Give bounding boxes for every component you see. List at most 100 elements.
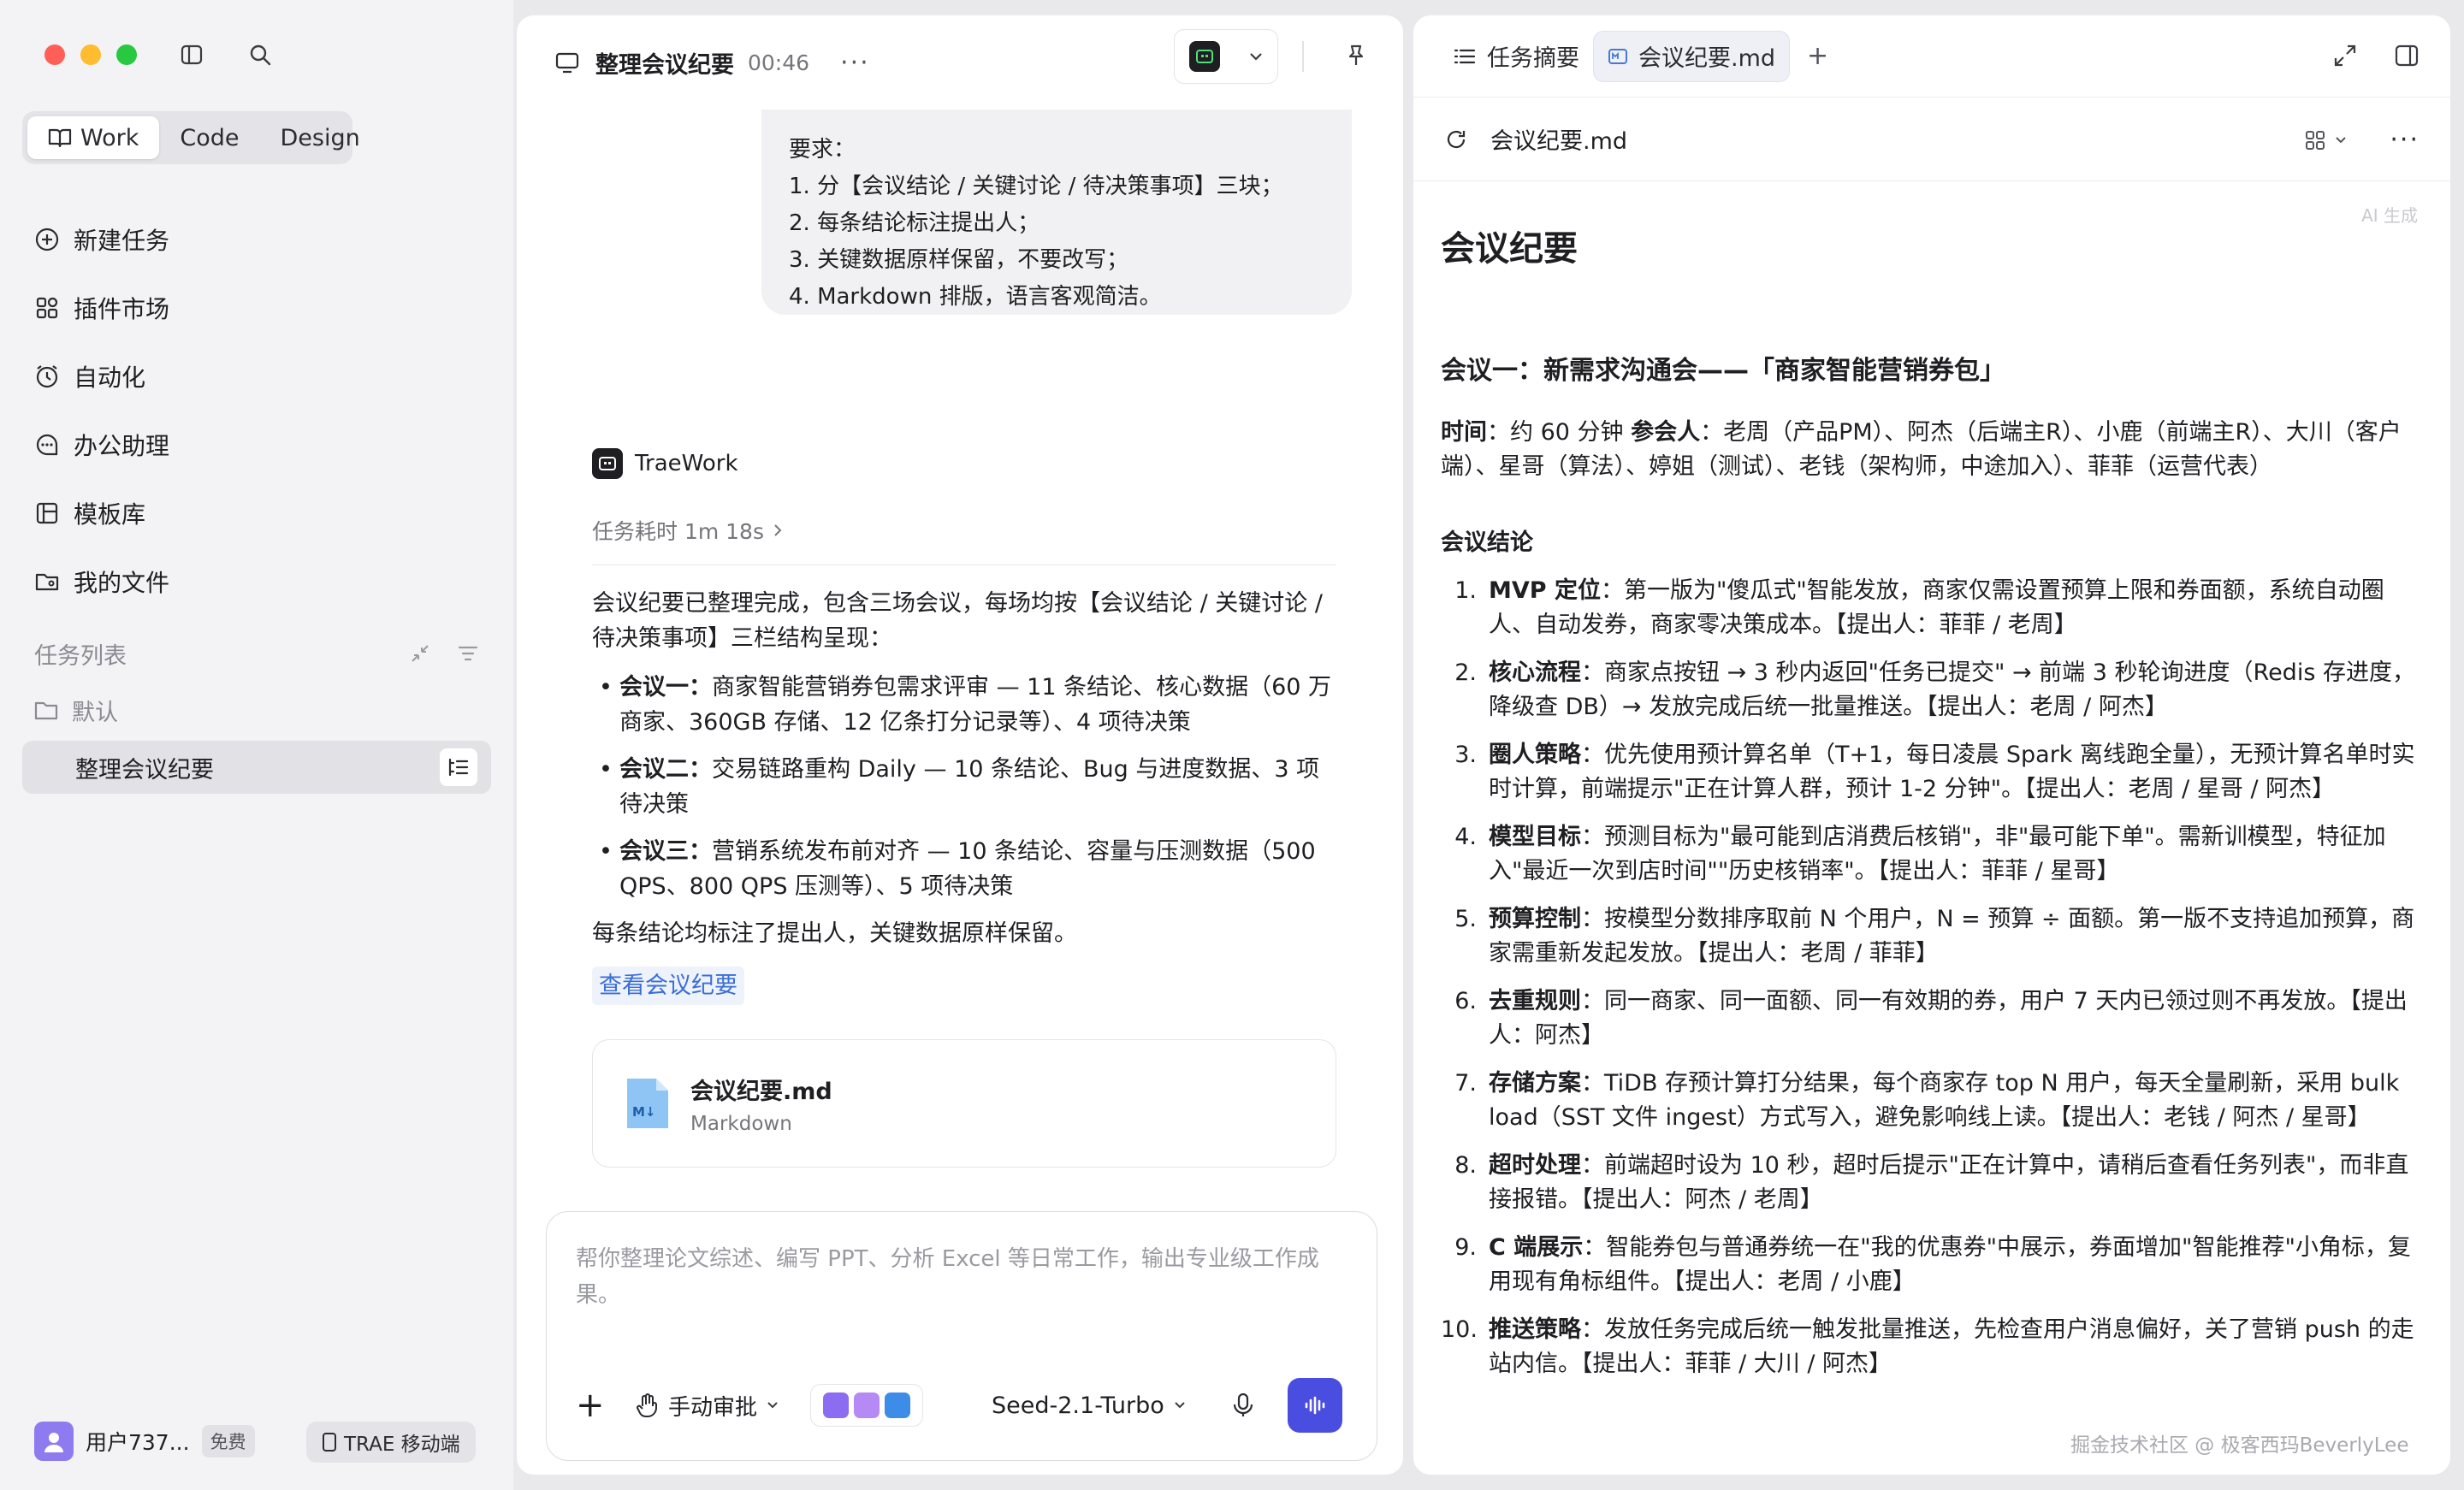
task-item-label: 整理会议纪要 [75,756,214,783]
template-icon [36,502,58,524]
mobile-app-button[interactable]: TRAE 移动端 [306,1422,476,1463]
refresh-icon[interactable] [1444,127,1468,151]
sidebar-toggle-icon[interactable] [180,43,204,67]
alarm-clock-icon [36,365,58,388]
pin-icon[interactable] [1343,43,1369,68]
tab-meeting-minutes[interactable]: 会议纪要.md [1593,30,1791,82]
sidebar-item-label: 我的文件 [74,569,170,597]
video-tool-icon [823,1392,850,1418]
item-label: 超时处理 [1489,1152,1581,1179]
assistant-body: 会议纪要已整理完成，包含三场会议，每场均按【会议结论 / 关键讨论 / 待决策事… [592,586,1336,1005]
mode-work[interactable]: Work [27,116,160,159]
collapse-icon[interactable] [409,642,431,665]
item-label: 模型目标 [1489,824,1581,850]
add-tab-button[interactable]: + [1807,41,1828,71]
item-text: ：前端超时设为 10 秒，超时后提示"正在计算中，请稍后查看任务列表"，而非直接… [1489,1152,2409,1213]
more-options-icon[interactable]: ··· [840,48,870,78]
mode-code[interactable]: Code [159,116,259,159]
voice-send-button[interactable] [1287,1378,1342,1433]
expand-icon[interactable] [2332,43,2358,68]
meta-people-label: 参会人 [1631,419,1701,446]
file-name: 会议纪要.md [690,1078,832,1105]
sidebar-item-automation[interactable]: 自动化 [22,342,501,411]
maximize-window-button[interactable] [116,44,137,65]
mode-code-label: Code [180,124,240,151]
view-mode-selector[interactable] [2304,129,2347,151]
filter-icon[interactable] [457,642,479,665]
composer-input[interactable]: 帮你整理论文综述、编写 PPT、分析 Excel 等日常工作，输出专业级工作成果… [576,1241,1346,1313]
meeting-heading: 会议一：新需求沟通会——「商家智能营销券包」 [1441,356,2005,386]
mode-design[interactable]: Design [260,116,381,159]
sidebar-item-label: 模板库 [74,500,146,529]
user-message-line: 4. Markdown 排版，语言客观简洁。 [789,284,1162,310]
list-item: 1. MVP 定位：第一版为"傻瓜式"智能发放，商家仅需设置预算上限和券面额，系统… [1441,574,2425,642]
message-composer[interactable]: 帮你整理论文综述、编写 PPT、分析 Excel 等日常工作，输出专业级工作成果… [546,1211,1377,1461]
item-number: 3. [1454,742,1477,768]
book-icon [48,128,72,148]
item-text: ：TiDB 存预计算打分结果，每个商家存 top N 用户，每天全量刷新，采用 … [1489,1070,2400,1131]
task-outline-icon[interactable] [440,748,477,786]
bullet-text: 营销系统发布前对齐 — 10 条结论、容量与压测数据（500 QPS、800 Q… [619,838,1316,900]
approval-mode-selector[interactable]: 手动审批 [636,1390,779,1422]
item-label: 圈人策略 [1489,742,1581,768]
monitor-icon [555,52,579,74]
assistant-intro: 会议纪要已整理完成，包含三场会议，每场均按【会议结论 / 关键讨论 / 待决策事… [592,590,1323,652]
chat-timer: 00:46 [748,50,810,75]
task-list-header: 任务列表 [34,633,479,674]
plan-badge: 免费 [201,1425,255,1457]
user-name: 用户737... [86,1430,190,1455]
list-item: 8. 超时处理：前端超时设为 10 秒，超时后提示"正在计算中，请稍后查看任务列表… [1441,1149,2425,1217]
composer-toolbar: + 手动审批 Seed-2.1-Turbo [576,1376,1349,1434]
model-selector[interactable]: Seed-2.1-Turbo [992,1392,1187,1419]
user-profile[interactable]: 用户737... 免费 [34,1420,255,1463]
view-minutes-link[interactable]: 查看会议纪要 [592,967,744,1005]
agent-selector[interactable] [1174,29,1278,84]
markdown-file-icon: M↓ [627,1079,668,1128]
item-label: 预算控制 [1489,906,1581,932]
doc-content: 会议纪要 会议一：新需求沟通会——「商家智能营销券包」 时间：约 60 分钟 参… [1441,209,2425,1395]
sidebar-item-office-assistant[interactable]: 办公助理 [22,411,501,479]
microphone-icon[interactable] [1229,1392,1257,1419]
assistant-logo-icon [592,448,623,479]
layout-icon [2306,130,2325,150]
task-duration[interactable]: 任务耗时 1m 18s [592,515,1336,546]
doc-toolbar: 会议纪要.md ··· [1413,98,2450,181]
mode-design-label: Design [280,124,360,151]
search-icon[interactable] [248,43,272,67]
minimize-window-button[interactable] [80,44,101,65]
bullet-label: 会议一： [619,674,712,701]
doc-file-name: 会议纪要.md [1490,128,1628,155]
meeting-summary-list: 会议一：商家智能营销券包需求评审 — 11 条结论、核心数据（60 万商家、36… [592,670,1336,904]
chat-bubble-icon [36,434,58,456]
chat-title: 整理会议纪要 [595,51,734,79]
tool-plugins[interactable] [810,1384,924,1427]
tab-task-summary[interactable]: 任务摘要 [1439,31,1593,82]
item-number: 10. [1441,1316,1478,1343]
header-divider [1302,41,1304,72]
bullet-text: 商家智能营销券包需求评审 — 11 条结论、核心数据（60 万商家、360GB … [619,674,1332,736]
item-number: 2. [1454,659,1477,686]
item-number: 6. [1454,988,1477,1014]
item-text: ：同一商家、同一面额、同一有效期的券，用户 7 天内已领过则不再发放。【提出人：… [1489,988,2408,1049]
task-item-active[interactable]: 整理会议纪要 [22,741,491,794]
waveform-icon [1305,1396,1325,1415]
list-item: 7. 存储方案：TiDB 存预计算打分结果，每个商家存 top N 用户，每天全量… [1441,1067,2425,1135]
chart-tool-icon [885,1392,911,1418]
avatar [34,1422,74,1461]
file-attachment-card[interactable]: M↓ 会议纪要.md Markdown [592,1039,1336,1168]
split-view-icon[interactable] [2394,43,2420,68]
sidebar-item-my-files[interactable]: 我的文件 [22,547,501,616]
sidebar-item-plugin-market[interactable]: 插件市场 [22,274,501,342]
folder-user-icon [35,573,59,591]
chevron-down-icon [1249,53,1262,61]
add-attachment-button[interactable]: + [576,1386,610,1425]
more-options-icon[interactable]: ··· [2390,125,2420,155]
meta-time: ：约 60 分钟 [1487,419,1632,446]
sidebar-item-templates[interactable]: 模板库 [22,479,501,547]
folder-icon [34,701,58,720]
user-message-line: 要求： [789,137,856,163]
close-window-button[interactable] [44,44,65,65]
sidebar-item-new-task[interactable]: 新建任务 [22,205,501,274]
task-folder-default[interactable]: 默认 [34,689,118,731]
list-item: 5. 预算控制：按模型分数排序取前 N 个用户，N = 预算 ÷ 面额。第一版不支… [1441,902,2425,971]
